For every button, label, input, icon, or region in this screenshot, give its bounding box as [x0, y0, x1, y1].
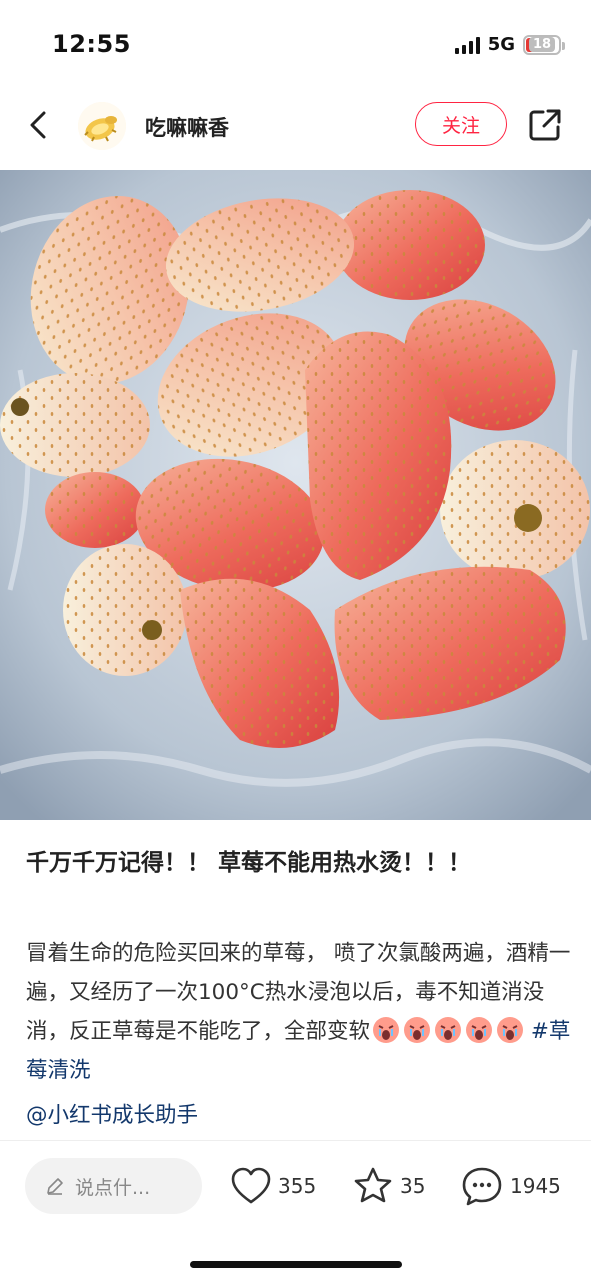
post-body: 冒着生命的危险买回来的草莓， 喷了次氯酸两遍，酒精一遍，又经历了一次100°C热… — [26, 934, 571, 1090]
star-icon — [354, 1167, 392, 1203]
post-header: 吃嘛嘛香 关注 — [0, 90, 591, 170]
follow-button[interactable]: 关注 — [415, 102, 507, 146]
signal-icon — [454, 36, 480, 54]
network-type: 5G — [487, 34, 515, 55]
comment-button[interactable]: 1945 — [460, 1164, 561, 1208]
home-indicator[interactable] — [190, 1261, 402, 1268]
status-time: 12:55 — [52, 30, 131, 58]
crying-face-icon — [466, 1017, 493, 1043]
crying-face-icon — [497, 1017, 524, 1043]
emoji-row — [372, 1016, 524, 1044]
status-bar: 12:55 5G 18 — [0, 0, 591, 90]
like-button[interactable]: 355 — [230, 1164, 316, 1208]
share-button[interactable] — [526, 106, 564, 144]
crying-face-icon — [435, 1017, 462, 1043]
divider — [0, 1140, 591, 1141]
battery-level: 18 — [528, 37, 556, 52]
like-count: 355 — [278, 1174, 317, 1198]
chat-bubble-icon — [462, 1167, 502, 1206]
favorite-count: 35 — [400, 1174, 426, 1198]
post-title: 千万千万记得！！ 草莓不能用热水烫！！！ — [26, 850, 472, 876]
crying-face-icon — [373, 1017, 400, 1043]
crying-face-icon — [404, 1017, 431, 1043]
pencil-icon — [47, 1178, 63, 1195]
share-icon — [529, 109, 561, 141]
post-image[interactable] — [0, 170, 591, 820]
battery-icon: 18 — [523, 34, 565, 55]
status-indicators: 5G 18 — [454, 34, 565, 55]
avatar[interactable] — [78, 102, 126, 150]
author-name[interactable]: 吃嘛嘛香 — [145, 112, 229, 142]
comment-placeholder: 说点什... — [75, 1176, 151, 1199]
mention-link[interactable]: @小红书成长助手 — [26, 1098, 198, 1129]
strawberries-photo — [0, 170, 591, 820]
comment-input[interactable]: 说点什... — [25, 1158, 202, 1214]
durian-icon — [78, 102, 126, 150]
heart-icon — [231, 1167, 271, 1204]
favorite-button[interactable]: 35 — [352, 1164, 425, 1208]
back-button[interactable] — [22, 108, 56, 142]
chevron-left-icon — [30, 111, 46, 139]
comment-count: 1945 — [510, 1174, 561, 1198]
